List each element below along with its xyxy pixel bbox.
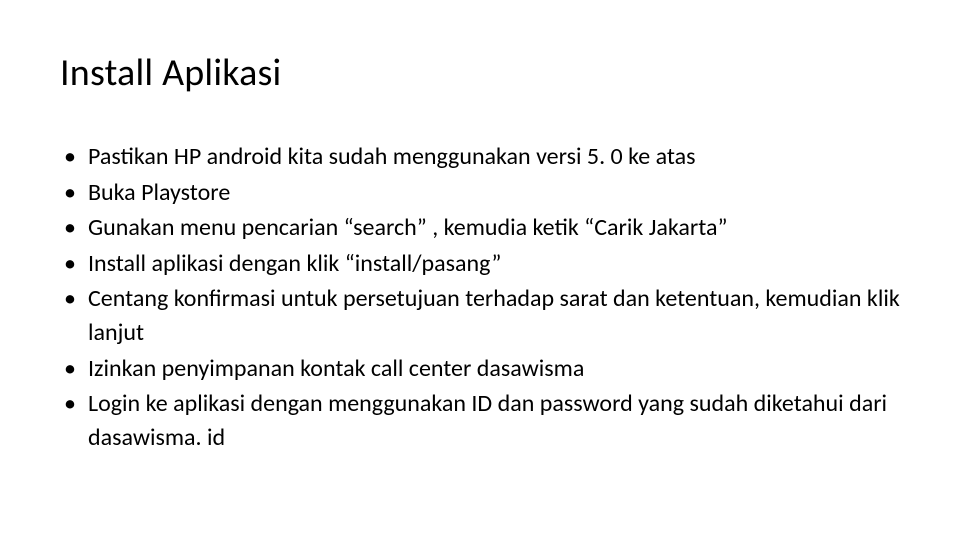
list-item: Install aplikasi dengan klik “install/pa… (60, 247, 900, 281)
bullet-list: Pastikan HP android kita sudah menggunak… (60, 140, 900, 454)
list-item: Centang konfirmasi untuk persetujuan ter… (60, 282, 900, 349)
slide-title: Install Aplikasi (60, 50, 900, 96)
list-item: Buka Playstore (60, 176, 900, 210)
list-item: Login ke aplikasi dengan menggunakan ID … (60, 387, 900, 454)
list-item: Gunakan menu pencarian “search” , kemudi… (60, 211, 900, 245)
list-item: Pastikan HP android kita sudah menggunak… (60, 140, 900, 174)
list-item: Izinkan penyimpanan kontak call center d… (60, 352, 900, 386)
